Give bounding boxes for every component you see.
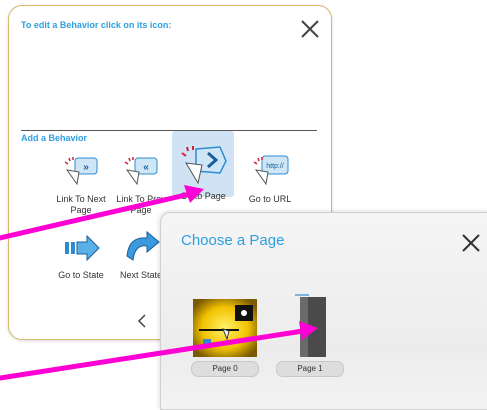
close-icon[interactable]: [459, 231, 483, 255]
go-to-page-icon: [181, 146, 227, 185]
page-label: Page 0: [191, 361, 259, 377]
svg-text:»: »: [83, 162, 89, 173]
link-next-page-icon: »: [64, 157, 98, 186]
link-prev-page-icon: «: [124, 157, 158, 186]
page-thumbnail: [193, 299, 257, 357]
behavior-go-to-url[interactable]: http:// Go to URL: [235, 150, 305, 205]
close-icon[interactable]: [299, 18, 321, 40]
page-thumb-0[interactable]: Page 0: [191, 299, 259, 377]
behavior-label: Go to URL: [248, 194, 292, 204]
panel-title: To edit a Behavior click on its icon:: [21, 20, 172, 30]
page-thumb-1[interactable]: Page 1: [276, 291, 344, 377]
go-to-state-icon: [65, 234, 100, 262]
page-label: Page 1: [276, 361, 344, 377]
behavior-go-to-page[interactable]: Go to Page: [168, 139, 238, 202]
prev-page-icon[interactable]: [136, 313, 148, 329]
add-behavior-heading: Add a Behavior: [21, 133, 88, 143]
next-state-icon: [126, 230, 160, 261]
page-thumbnail: [295, 294, 326, 357]
behavior-link-prev-page[interactable]: « Link To Prev Page: [106, 150, 176, 216]
dialog-title: Choose a Page: [181, 232, 285, 249]
svg-text:http://: http://: [266, 163, 284, 170]
go-to-url-icon: http://: [253, 155, 289, 186]
divider: [21, 130, 317, 131]
choose-page-dialog: Choose a Page Page 0 Page 1: [160, 212, 487, 410]
behavior-label: Go to Page: [180, 191, 226, 201]
svg-text:«: «: [143, 162, 149, 173]
